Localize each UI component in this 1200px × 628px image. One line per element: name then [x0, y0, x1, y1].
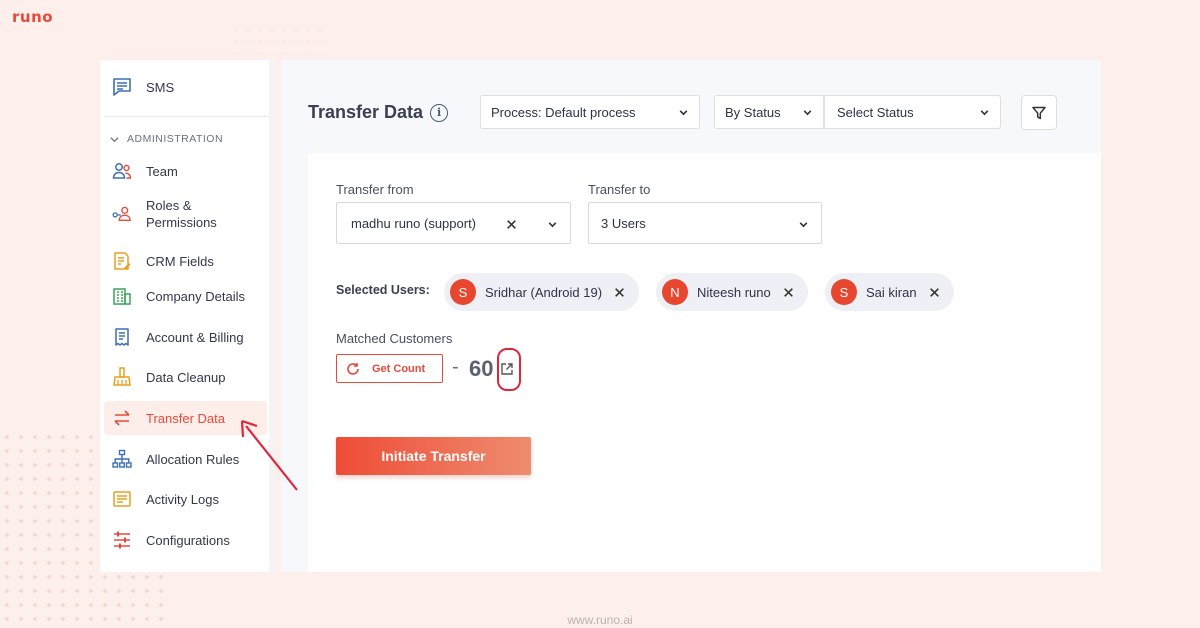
page-title: Transfer Data i	[308, 102, 449, 123]
sidebar-item-activity-logs[interactable]: Activity Logs	[104, 485, 267, 513]
crm-fields-icon	[112, 251, 132, 271]
sidebar-item-label: Team	[146, 163, 178, 179]
logs-icon	[112, 489, 132, 509]
sidebar-item-label: Transfer Data	[146, 410, 225, 426]
transfer-from-select[interactable]: madhu runo (support)	[336, 202, 571, 244]
status-type-select[interactable]: By Status	[714, 95, 824, 129]
avatar: N	[662, 279, 688, 305]
sidebar-item-sms[interactable]: SMS	[104, 72, 267, 102]
initiate-transfer-button[interactable]: Initiate Transfer	[336, 437, 531, 475]
sidebar-item-data-cleanup[interactable]: Data Cleanup	[104, 363, 267, 391]
sidebar-item-label: Data Cleanup	[146, 369, 226, 385]
sidebar-item-label: Account & Billing	[146, 329, 244, 345]
sidebar-item-account-billing[interactable]: Account & Billing	[104, 323, 267, 351]
runo-logo: runo	[12, 8, 54, 26]
transfer-from-label: Transfer from	[336, 182, 414, 197]
sidebar-item-roles[interactable]: Roles & Permissions	[104, 194, 267, 234]
remove-user-icon[interactable]	[614, 287, 625, 298]
sidebar-item-label: Configurations	[146, 532, 230, 548]
sidebar-item-crm-fields[interactable]: CRM Fields	[104, 247, 267, 275]
hierarchy-icon	[112, 449, 132, 469]
footer-url: www.runo.ai	[567, 613, 633, 627]
filter-icon	[1032, 106, 1046, 119]
user-chip: S Sridhar (Android 19)	[444, 273, 640, 311]
refresh-icon	[347, 362, 359, 375]
message-icon	[112, 77, 132, 97]
filter-button[interactable]	[1021, 95, 1057, 130]
chevron-down-icon	[798, 218, 809, 233]
sidebar-divider	[104, 116, 268, 117]
transfer-icon	[112, 408, 132, 428]
avatar: S	[450, 279, 476, 305]
count-separator: -	[452, 356, 459, 378]
sidebar-item-team[interactable]: Team	[104, 157, 267, 185]
sidebar-item-label: Allocation Rules	[146, 451, 240, 467]
chevron-down-icon	[547, 218, 558, 233]
sliders-icon	[112, 530, 132, 550]
user-chip: N Niteesh runo	[656, 273, 808, 311]
background-dots-top	[230, 25, 330, 55]
transfer-to-select[interactable]: 3 Users	[588, 202, 822, 244]
process-select[interactable]: Process: Default process	[480, 95, 700, 129]
transfer-to-label: Transfer to	[588, 182, 651, 197]
company-icon	[112, 286, 132, 306]
clear-icon[interactable]	[506, 218, 517, 233]
broom-icon	[112, 367, 132, 387]
matched-customers-label: Matched Customers	[336, 331, 453, 346]
user-chip: S Sai kiran	[825, 273, 954, 311]
sidebar-section-administration[interactable]: ADMINISTRATION	[110, 133, 223, 145]
chevron-down-icon	[110, 136, 119, 142]
get-count-button[interactable]: Get Count	[336, 354, 443, 383]
chevron-down-icon	[980, 109, 989, 115]
sidebar-item-company-details[interactable]: Company Details	[104, 282, 267, 310]
sidebar: SMS ADMINISTRATION Team Roles & Permissi…	[100, 60, 275, 572]
matched-count: 60	[469, 356, 494, 381]
remove-user-icon[interactable]	[929, 287, 940, 298]
sidebar-item-label: CRM Fields	[146, 253, 214, 269]
highlight-ring	[497, 348, 521, 391]
team-icon	[112, 161, 132, 181]
roles-icon	[112, 204, 132, 224]
sidebar-item-label: Company Details	[146, 288, 245, 304]
sidebar-item-allocation-rules[interactable]: Allocation Rules	[104, 445, 267, 473]
sidebar-item-transfer-data[interactable]: Transfer Data	[104, 401, 267, 435]
status-select[interactable]: Select Status	[824, 95, 1001, 129]
sidebar-item-configurations[interactable]: Configurations	[104, 526, 267, 554]
chevron-down-icon	[803, 109, 812, 115]
info-icon[interactable]: i	[430, 103, 449, 122]
sidebar-item-label: SMS	[146, 79, 175, 95]
remove-user-icon[interactable]	[783, 287, 794, 298]
sidebar-item-label: Activity Logs	[146, 491, 219, 507]
selected-users-label: Selected Users:	[336, 283, 430, 297]
avatar: S	[831, 279, 857, 305]
billing-icon	[112, 327, 132, 347]
chevron-down-icon	[679, 109, 688, 115]
sidebar-item-label: Roles & Permissions	[146, 198, 217, 230]
